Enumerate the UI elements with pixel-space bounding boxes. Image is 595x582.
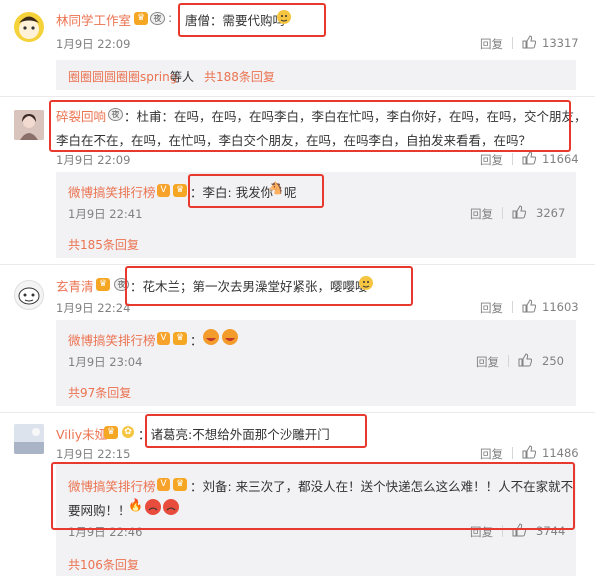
night-mode-badge-icon: 夜 — [150, 12, 165, 25]
separator — [508, 355, 509, 367]
avatar[interactable] — [14, 12, 44, 42]
avatar[interactable] — [14, 110, 44, 140]
vip-crown-icon: ♛ — [96, 278, 110, 291]
separator — [502, 525, 503, 537]
laughing-emoji-icon — [202, 328, 240, 349]
vip-crown-icon: ♛ — [173, 184, 187, 197]
thumb-up-icon[interactable] — [512, 523, 526, 537]
reply-summary-text: 等人 — [170, 70, 195, 84]
reply-text-line2: 要网购！！ — [68, 503, 131, 518]
avatar-photo-icon — [14, 110, 44, 140]
reply-text-end: 呢 — [284, 185, 297, 200]
reply-author[interactable]: 微博搞笑排行榜 — [68, 182, 156, 201]
like-count: 3267 — [536, 206, 566, 220]
reply-button[interactable]: 回复 — [470, 524, 493, 540]
comment-time: 1月9日 22:15 — [56, 447, 131, 461]
comment-text: 唐僧：需要代购吗 — [185, 13, 286, 28]
reply-button[interactable]: 回复 — [480, 152, 503, 168]
reply-author[interactable]: 微博搞笑排行榜 — [68, 476, 156, 495]
vip-crown-icon: ♛ — [173, 332, 187, 345]
commenter-name[interactable]: 林同学工作室 — [56, 10, 131, 29]
verified-v-icon: V — [157, 332, 170, 345]
vip-crown-icon: ♛ — [104, 426, 118, 439]
reply-box: 微博搞笑排行榜 V ♛ ：刘备: 来三次了，都没人在！送个快递怎么这么难！！人不… — [56, 464, 576, 576]
avatar-cartoon-icon — [18, 287, 40, 305]
divider — [0, 264, 595, 265]
more-replies-link[interactable]: 共106条回复 — [68, 556, 139, 573]
colon: : — [168, 10, 173, 25]
verified-v-icon: V — [157, 184, 170, 197]
thumb-up-icon[interactable] — [512, 205, 526, 219]
separator — [512, 301, 513, 313]
like-count: 11486 — [542, 446, 579, 460]
thumb-up-icon[interactable] — [522, 35, 536, 49]
doge-emoji-icon — [358, 275, 374, 294]
night-mode-badge-icon: 夜 — [108, 108, 123, 121]
avatar-photo-icon — [14, 424, 44, 454]
avatar-cartoon-icon — [19, 16, 39, 39]
comment-time: 1月9日 22:09 — [56, 153, 131, 167]
vip-crown-icon: ♛ — [134, 12, 148, 25]
like-count: 11664 — [542, 152, 579, 166]
doge-emoji-icon — [276, 9, 292, 28]
commenter-name[interactable]: Viliy未娅 — [56, 424, 107, 443]
horse-emoji-icon: 🐴 — [268, 181, 283, 195]
reply-time: 1月9日 22:46 — [68, 525, 143, 539]
more-replies-link[interactable]: 共188条回复 — [204, 68, 275, 85]
separator — [512, 153, 513, 165]
thumb-up-icon[interactable] — [522, 445, 536, 459]
commenter-name[interactable]: 玄青清 — [56, 276, 94, 295]
avatar[interactable] — [14, 280, 44, 310]
reply-box: 微博搞笑排行榜 V ♛ ： 1月9日 23:04 回复 250 共97条回复 — [56, 320, 576, 406]
more-replies-link[interactable]: 共185条回复 — [68, 236, 139, 253]
like-count: 11603 — [542, 300, 579, 314]
reply-text-line1: ：刘备: 来三次了，都没人在！送个快递怎么这么难！！人不在家就不 — [190, 479, 574, 494]
like-count: 250 — [542, 354, 564, 368]
divider — [0, 96, 595, 97]
reply-text: ： — [190, 333, 203, 348]
night-mode-badge-icon: 夜 — [114, 278, 129, 291]
reply-button[interactable]: 回复 — [480, 36, 503, 52]
verified-v-icon: V — [157, 478, 170, 491]
reply-button[interactable]: 回复 — [480, 446, 503, 462]
reply-button[interactable]: 回复 — [470, 206, 493, 222]
reply-time: 1月9日 23:04 — [68, 355, 143, 369]
separator — [512, 37, 513, 49]
commenter-name[interactable]: 碎裂回响 — [56, 106, 106, 125]
like-count: 3744 — [536, 524, 566, 538]
comment-time: 1月9日 22:09 — [56, 37, 131, 51]
thumb-up-icon[interactable] — [522, 299, 536, 313]
comment-time: 1月9日 22:24 — [56, 301, 131, 315]
reply-button[interactable]: 回复 — [476, 354, 499, 370]
reply-time: 1月9日 22:41 — [68, 207, 143, 221]
medal-icon: ✿ — [122, 426, 134, 438]
comment-text: ：花木兰；第一次去男澡堂好紧张，嘤嘤嘤 — [130, 279, 368, 294]
angry-emoji-icon — [144, 498, 180, 519]
reply-summary: 圈圈圆圆圈圈spring 等人 共188条回复 — [56, 60, 576, 90]
comment-text-line1: ：杜甫：在吗，在吗，在吗李白，李白在忙吗，李白你好，在吗，在吗，交个朋友， — [124, 109, 587, 124]
like-count: 13317 — [542, 36, 579, 50]
reply-author-link[interactable]: 圈圈圆圆圈圈spring — [68, 68, 177, 85]
reply-box: 微博搞笑排行榜 V ♛ ：李白: 我发你 🐴 呢 1月9日 22:41 回复 3… — [56, 172, 576, 258]
fire-icon: 🔥 — [128, 498, 143, 512]
divider — [0, 412, 595, 413]
vip-crown-icon: ♛ — [173, 478, 187, 491]
thumb-up-icon[interactable] — [518, 353, 532, 367]
more-replies-link[interactable]: 共97条回复 — [68, 384, 131, 401]
comment-text: ：诸葛亮:不想给外面那个沙雕开门 — [138, 427, 330, 442]
thumb-up-icon[interactable] — [522, 151, 536, 165]
reply-author[interactable]: 微博搞笑排行榜 — [68, 330, 156, 349]
reply-button[interactable]: 回复 — [480, 300, 503, 316]
reply-text: ：李白: 我发你 — [190, 185, 274, 200]
avatar[interactable] — [14, 424, 44, 454]
separator — [502, 207, 503, 219]
comment-text-line2: 李白在不在，在吗，在忙吗，李白交个朋友，在吗，在吗李白，自拍发来看看，在吗？ — [56, 133, 532, 148]
separator — [512, 447, 513, 459]
